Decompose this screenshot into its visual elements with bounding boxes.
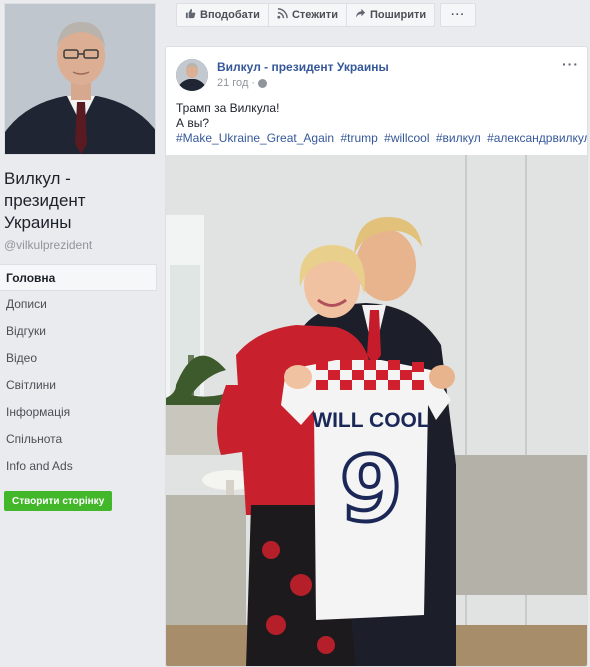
post-timestamp[interactable]: 21 год (217, 77, 248, 89)
hashtag-link[interactable]: #александрвилкул (487, 131, 587, 145)
post-photo-image: WILL COOL 9 (166, 155, 587, 666)
create-page-button[interactable]: Створити сторінку (4, 491, 113, 511)
nav-item-info[interactable]: Інформація (0, 399, 157, 426)
page-nav: Головна Дописи Відгуки Відео Світлини Ін… (0, 264, 157, 480)
jersey-number: 9 (340, 437, 403, 542)
post-text-line-1: Трамп за Вилкула! (176, 101, 280, 115)
thumbs-up-icon (185, 8, 196, 22)
globe-icon (258, 78, 268, 88)
nav-item-home[interactable]: Головна (0, 264, 157, 291)
post-author-avatar[interactable] (176, 59, 208, 91)
nav-item-community[interactable]: Спільнота (0, 426, 157, 453)
post-author-link[interactable]: Вилкул - президент Украины (217, 60, 389, 74)
share-label: Поширити (369, 9, 427, 21)
jersey-name: WILL COOL (312, 409, 430, 432)
share-arrow-icon (355, 8, 366, 22)
post-meta: 21 год · (217, 77, 268, 89)
post-text: Трамп за Вилкула! А вы? (176, 101, 279, 131)
hashtag-link[interactable]: #вилкул (436, 131, 481, 145)
profile-picture[interactable] (4, 3, 156, 155)
post-options-button[interactable]: ··· (562, 56, 579, 72)
nav-item-info-and-ads[interactable]: Info and Ads (0, 453, 157, 480)
hashtag-link[interactable]: #willcool (384, 131, 429, 145)
nav-item-reviews[interactable]: Відгуки (0, 318, 157, 345)
post-card: Вилкул - президент Украины 21 год · ··· … (165, 46, 588, 667)
follow-button[interactable]: Стежити (267, 3, 347, 27)
hashtag-link[interactable]: #Make_Ukraine_Great_Again (176, 131, 334, 145)
page-action-bar: Вподобати Стежити Поширити ··· (176, 3, 477, 27)
page-handle[interactable]: @vilkulprezident (4, 238, 92, 252)
nav-item-posts[interactable]: Дописи (0, 291, 157, 318)
hashtag-link[interactable]: #trump (340, 131, 377, 145)
post-hashtags: #Make_Ukraine_Great_Again #trump #willco… (176, 131, 587, 145)
like-page-label: Вподобати (200, 9, 260, 21)
nav-item-photos[interactable]: Світлини (0, 372, 157, 399)
share-button[interactable]: Поширити (345, 3, 436, 27)
left-column: Вилкул - президент Украины @vilkulprezid… (0, 0, 162, 667)
rss-icon (277, 8, 288, 22)
more-options-button[interactable]: ··· (440, 3, 477, 27)
profile-photo-image (5, 4, 155, 154)
follow-label: Стежити (291, 9, 338, 21)
post-photo[interactable]: WILL COOL 9 (166, 155, 587, 666)
post-text-line-2: А вы? (176, 116, 210, 130)
like-page-button[interactable]: Вподобати (176, 3, 269, 27)
nav-item-videos[interactable]: Відео (0, 345, 157, 372)
dot-separator: · (248, 77, 256, 89)
page-title[interactable]: Вилкул - президент Украины (4, 168, 154, 234)
